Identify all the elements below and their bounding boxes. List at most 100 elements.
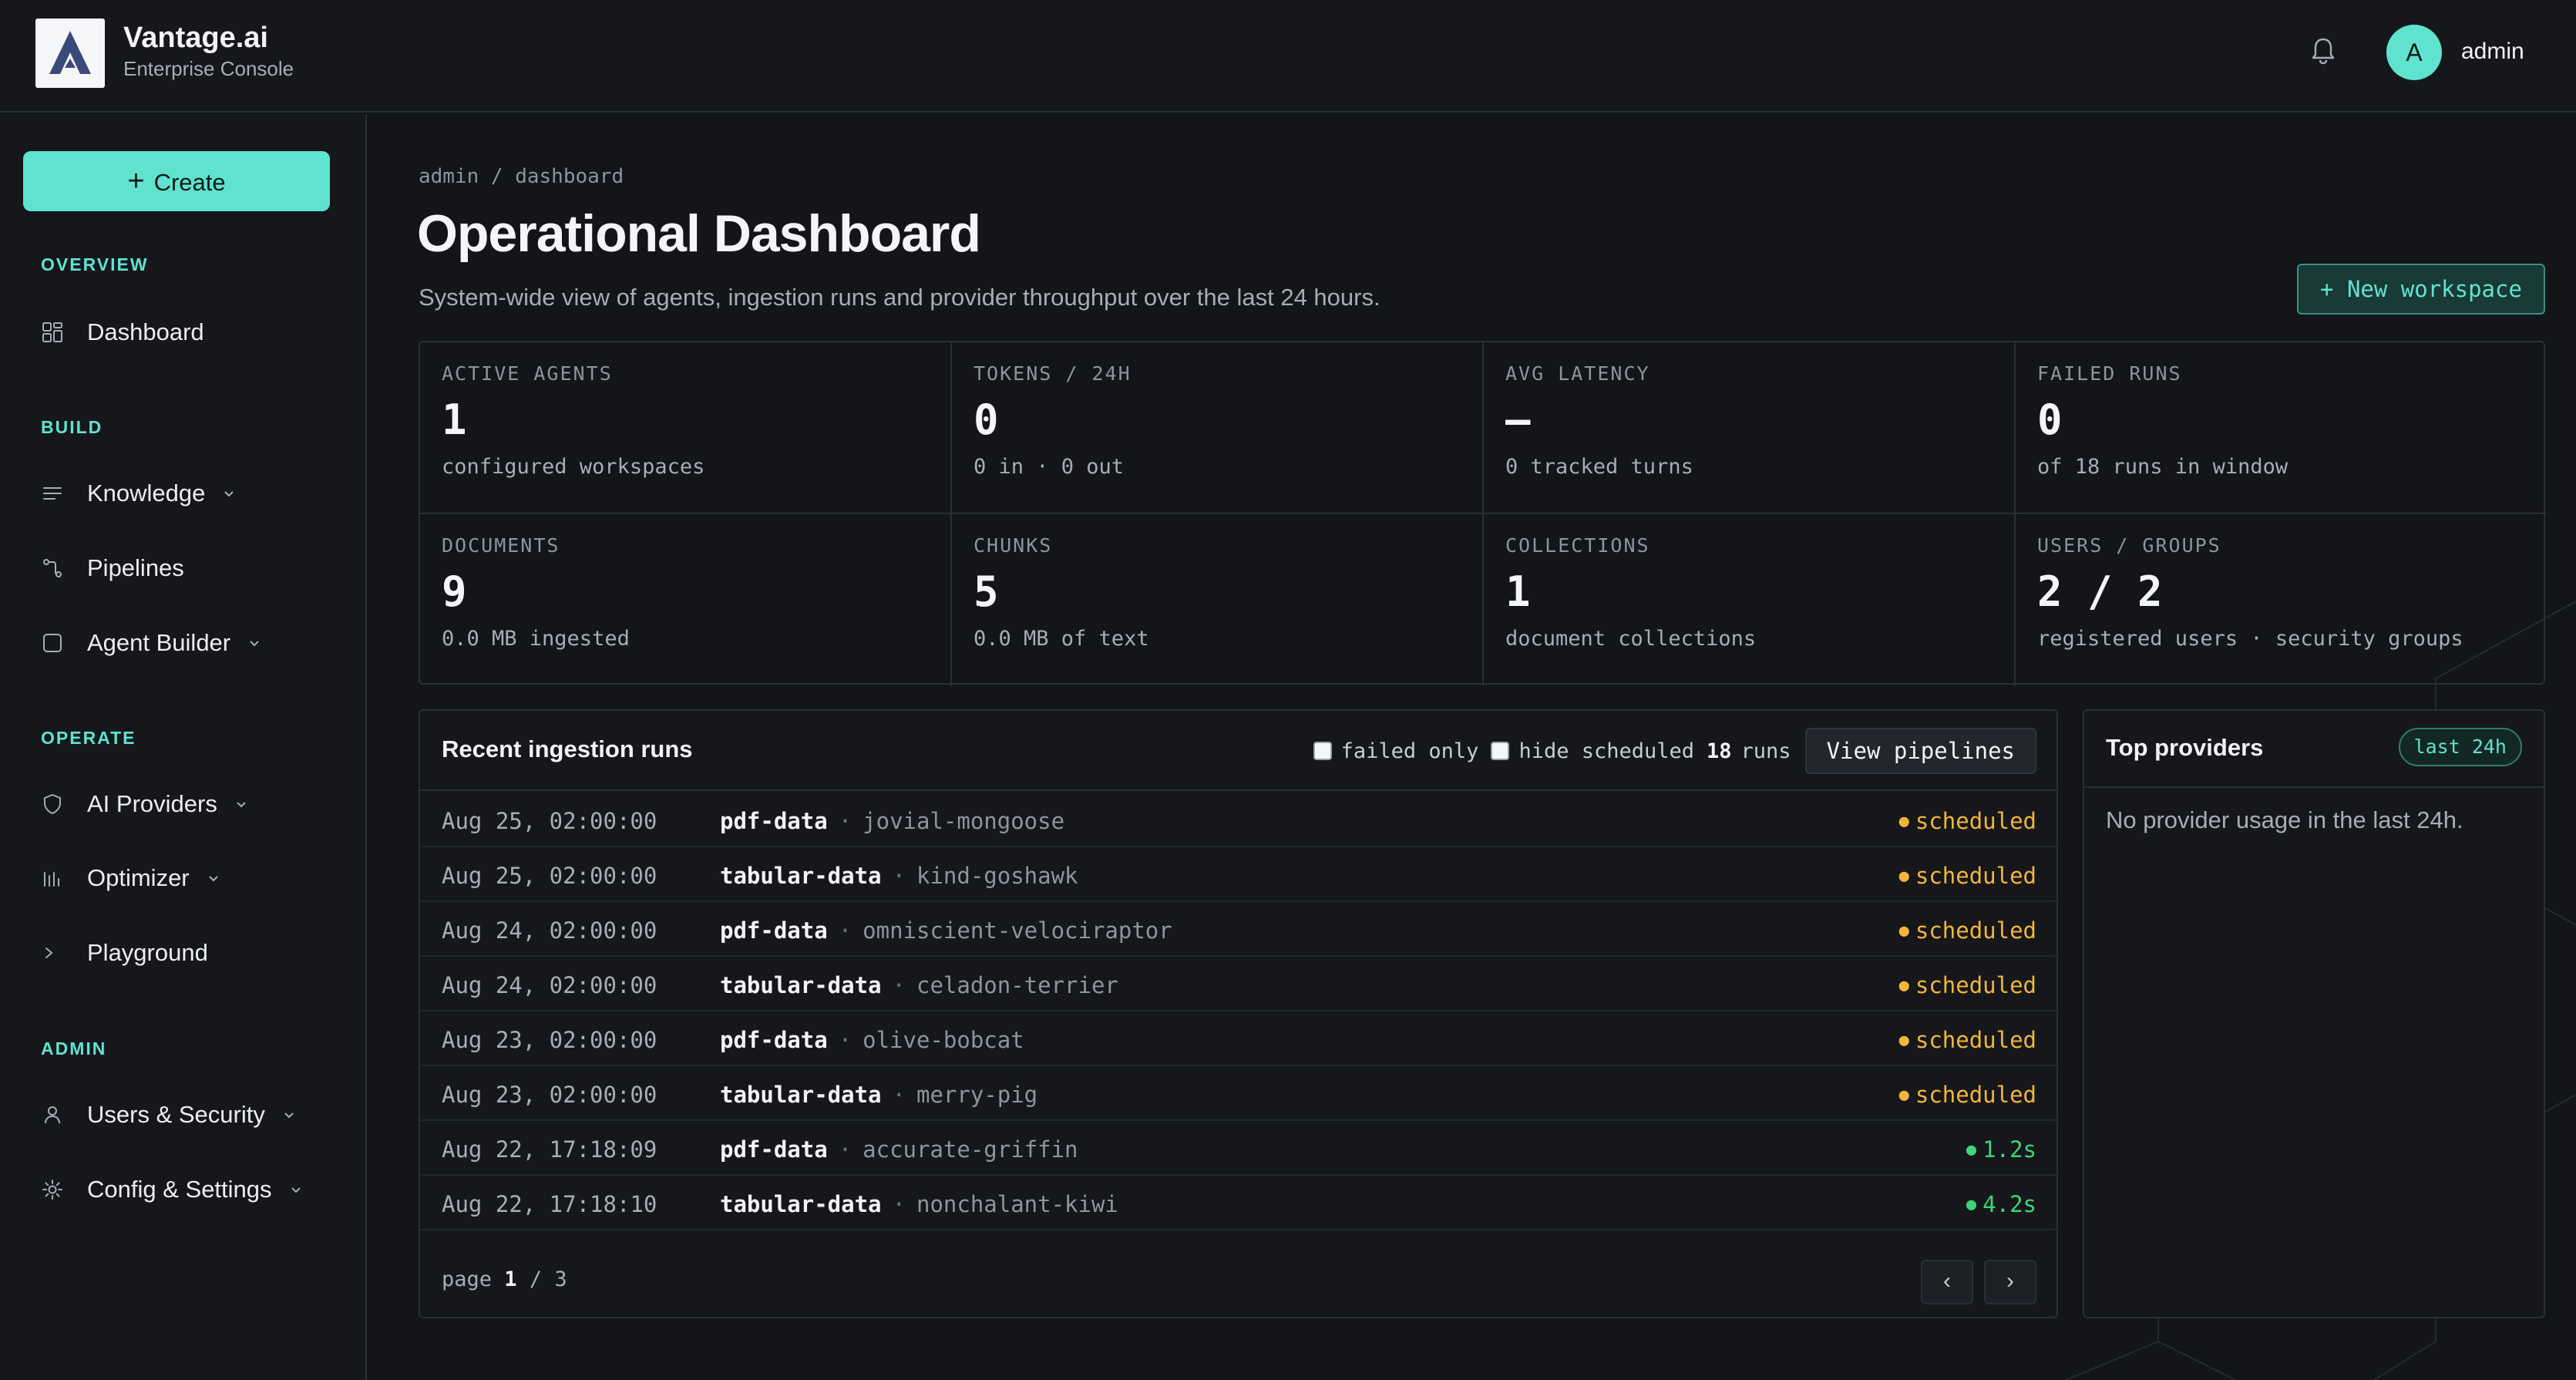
stat-subtext: 0.0 MB ingested [442,627,630,651]
table-row[interactable]: Aug 24, 02:00:00 tabular-data · celadon-ter… [420,957,2056,1011]
sidebar-item-label: Config & Settings [87,1176,272,1203]
run-name: omniscient-velociraptor [863,917,1172,944]
brand-logo[interactable] [35,19,105,88]
run-time: Aug 24, 02:00:00 [442,917,657,944]
stat-subtext: 0.0 MB of text [974,627,1149,651]
sidebar-item-label: Knowledge [87,480,206,507]
run-pipeline[interactable]: pdf-data · olive-bobcat [720,1027,1024,1053]
avatar[interactable]: A [2386,25,2442,80]
bars-icon [44,872,59,887]
stat-card-documents: DOCUMENTS 9 0.0 MB ingested [420,514,952,685]
hide-scheduled-label[interactable]: hide scheduled [1518,739,1694,763]
failed-only-label[interactable]: failed only [1341,739,1479,763]
stat-value: 9 [442,567,467,616]
stat-subtext: 0 in · 0 out [974,455,1125,479]
pipeline-name: pdf-data [720,1027,828,1053]
prev-page-button[interactable]: ‹ [1921,1260,1973,1304]
page-title: Operational Dashboard [417,204,981,263]
sidebar-item-dashboard[interactable]: Dashboard [41,317,204,348]
stat-card-avg-latency: AVG LATENCY — 0 tracked turns [1484,342,2016,513]
status-text: 1.2s [1982,1136,2036,1163]
pipeline-name: pdf-data [720,917,828,944]
run-pipeline[interactable]: tabular-data · kind-goshawk [720,863,1078,889]
sidebar-item-label: Users & Security [87,1101,265,1128]
sidebar-item-label: Dashboard [87,318,204,345]
table-row[interactable]: Aug 25, 02:00:00 tabular-data · kind-goshaw… [420,847,2056,902]
providers-empty-state: No provider usage in the last 24h. [2106,806,2463,833]
chevron-down-icon [208,876,218,882]
status-dot-icon: ● [1898,1031,1909,1050]
run-pipeline[interactable]: pdf-data · accurate-griffin [720,1136,1078,1163]
chevron-down-icon [250,641,259,647]
stat-subtext: configured workspaces [442,455,705,479]
run-count: 18 [1707,739,1732,763]
run-time: Aug 25, 02:00:00 [442,863,657,889]
stat-subtext: registered users · security groups [2037,627,2463,651]
stat-card-active-agents: ACTIVE AGENTS 1 configured workspaces [420,342,952,513]
status-dot-icon: ● [1898,921,1909,941]
run-name: olive-bobcat [863,1027,1024,1053]
table-row[interactable]: Aug 24, 02:00:00 pdf-data · omniscient-velo… [420,902,2056,957]
stat-value: 5 [974,567,999,616]
square-icon [43,634,62,652]
sidebar-item-knowledge[interactable]: Knowledge [41,478,236,509]
table-row[interactable]: Aug 23, 02:00:00 tabular-data · merry-pig ● s… [420,1066,2056,1121]
status-dot-icon: ● [1966,1195,1977,1214]
stat-subtext: document collections [1505,627,1757,651]
status-text: scheduled [1915,972,2036,998]
sidebar-item-label: Pipelines [87,554,184,581]
run-name: kind-goshawk [916,863,1078,889]
top-providers-panel: Top providers last 24h No provider usage… [2083,709,2545,1318]
user-name[interactable]: admin [2461,39,2524,65]
runs-pagination: page 1 / 3 ‹ › [420,1244,2056,1317]
chevron-down-icon [291,1187,301,1193]
new-workspace-button[interactable]: + New workspace [2297,264,2545,315]
view-pipelines-button[interactable]: View pipelines [1804,728,2036,774]
run-time: Aug 22, 17:18:09 [442,1136,657,1163]
sidebar-item-pipelines[interactable]: Pipelines [41,553,184,584]
run-count-label: runs [1740,739,1791,763]
next-page-button[interactable]: › [1984,1260,2036,1304]
table-row[interactable]: Aug 23, 02:00:00 pdf-data · olive-bobcat ● sc… [420,1011,2056,1066]
user-icon [45,1106,60,1124]
run-pipeline[interactable]: tabular-data · nonchalant-kiwi [720,1191,1118,1217]
run-time: Aug 23, 02:00:00 [442,1027,657,1053]
runs-panel-title: Recent ingestion runs [442,735,693,762]
sidebar-item-config-settings[interactable]: Config & Settings [41,1174,303,1205]
sidebar-item-playground[interactable]: Playground [41,937,208,968]
failed-only-checkbox[interactable] [1313,742,1332,760]
stat-card-tokens: TOKENS / 24H 0 0 in · 0 out [952,342,1484,513]
page-total: / 3 [529,1267,567,1291]
table-row[interactable]: Aug 25, 02:00:00 pdf-data · jovial-mongoose… [420,793,2056,847]
status-dot-icon: ● [1898,1085,1909,1105]
stat-label: CHUNKS [974,534,1053,557]
pipeline-name: tabular-data [720,972,882,998]
run-time: Aug 23, 02:00:00 [442,1082,657,1108]
status-badge: ● scheduled [1899,917,2036,944]
separator: · [892,1082,906,1108]
status-badge: ● 4.2s [1966,1191,2036,1217]
sidebar-item-agent-builder[interactable]: Agent Builder [41,628,261,658]
run-pipeline[interactable]: tabular-data · celadon-terrier [720,972,1118,998]
chevron-down-icon [224,491,234,497]
sidebar-item-label: AI Providers [87,790,217,817]
page-indicator: page 1 / 3 [442,1267,567,1291]
separator: · [838,808,853,834]
table-row[interactable]: Aug 22, 17:18:10 tabular-data · nonchalant-… [420,1176,2056,1230]
table-row[interactable]: Aug 22, 17:18:09 pdf-data · accurate-griffi… [420,1121,2056,1176]
create-button[interactable]: + Create [23,151,330,211]
run-pipeline[interactable]: pdf-data · jovial-mongoose [720,808,1064,834]
status-badge: ● scheduled [1899,1027,2036,1053]
pipeline-name: tabular-data [720,1082,882,1108]
brand-name: Vantage.ai [123,22,268,54]
hide-scheduled-checkbox[interactable] [1491,742,1510,760]
sidebar-item-ai-providers[interactable]: AI Providers [41,789,248,820]
stat-label: DOCUMENTS [442,534,560,557]
sidebar-item-users-security[interactable]: Users & Security [41,1099,296,1130]
providers-panel-title: Top providers [2106,734,2264,761]
sidebar-item-optimizer[interactable]: Optimizer [41,863,220,894]
stat-subtext: 0 tracked turns [1505,455,1693,479]
run-pipeline[interactable]: tabular-data · merry-pig [720,1082,1037,1108]
bell-icon[interactable] [2309,35,2337,66]
run-pipeline[interactable]: pdf-data · omniscient-velociraptor [720,917,1172,944]
